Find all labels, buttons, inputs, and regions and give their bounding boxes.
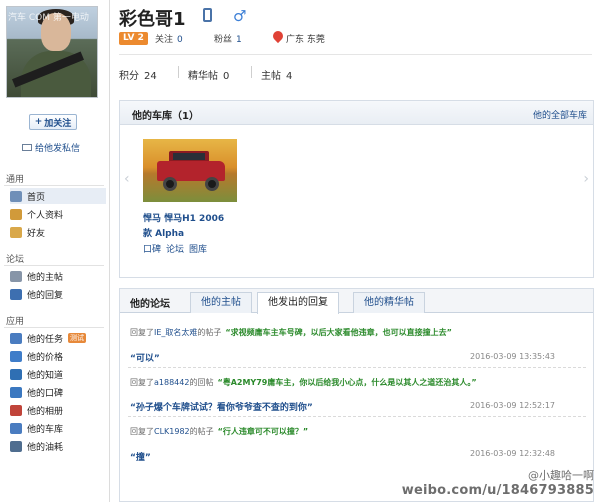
review-link[interactable]: 口碑 xyxy=(143,242,161,255)
car-model-link[interactable]: 悍马 悍马H1 2006 xyxy=(143,211,224,224)
divider xyxy=(128,416,586,417)
sidebar-item-home[interactable]: 首页 xyxy=(10,188,106,204)
section-title-apps: 应用 xyxy=(6,317,25,327)
album-icon xyxy=(10,404,22,416)
elite-count: 精华帖 0 xyxy=(188,71,230,82)
user-link[interactable]: CLK1982 xyxy=(154,427,190,436)
tab-his-elite[interactable]: 他的精华帖 xyxy=(353,292,425,313)
car-photo[interactable] xyxy=(143,139,237,202)
sidebar-item-know[interactable]: 他的知道 xyxy=(10,366,106,382)
section-title-forum: 论坛 xyxy=(6,255,25,265)
user-link[interactable]: IE_取名太难 xyxy=(154,328,197,337)
thread-link[interactable]: “粤A2MY79庸车主，你以后给我小心点，什么是以其人之道还治其人。” xyxy=(217,378,476,387)
fans-stat[interactable]: 粉丝 1 xyxy=(214,32,242,45)
sidebar-item-profile[interactable]: 个人资料 xyxy=(10,206,106,222)
mobile-icon xyxy=(203,8,212,22)
post-icon xyxy=(10,270,22,282)
divider xyxy=(251,66,252,78)
sidebar-item-his-replies[interactable]: 他的回复 xyxy=(10,286,106,302)
divider xyxy=(4,327,104,328)
reply-time: 2016-03-09 13:35:43 xyxy=(470,352,555,361)
reply-text[interactable]: “孙子爆个车牌试试？看你爷爷查不查的到你” xyxy=(130,400,313,413)
divider xyxy=(178,66,179,78)
points-count: 积分 24 xyxy=(119,71,157,82)
forum-tabbar: 他的论坛 他的主帖 他发出的回复 他的精华帖 xyxy=(120,289,593,314)
thread-link[interactable]: “行人违章可不可以撞？” xyxy=(218,427,309,436)
divider xyxy=(119,54,592,55)
reply-time: 2016-03-09 12:32:48 xyxy=(470,449,555,458)
sidebar-item-reviews[interactable]: 他的口碑 xyxy=(10,384,106,400)
male-icon: ♂ xyxy=(233,7,247,25)
all-garage-link[interactable]: 他的全部车库 xyxy=(533,108,587,121)
envelope-icon xyxy=(22,144,32,151)
tab-his-replies[interactable]: 他发出的回复 xyxy=(257,292,339,314)
sidebar: 汽车 COM 第一电动 + 加关注 给他发私信 通用 首页 个人资料 好友 论坛… xyxy=(0,0,110,502)
friends-icon xyxy=(10,226,22,238)
sidebar-item-tasks[interactable]: 他的任务 测试 xyxy=(10,330,106,346)
forum-title: 他的论坛 xyxy=(130,299,170,310)
main-post-count: 主帖 4 xyxy=(261,71,293,82)
section-title-general: 通用 xyxy=(6,175,25,185)
home-icon xyxy=(10,190,22,202)
garage-title: 他的车库（1） xyxy=(132,111,199,122)
divider xyxy=(4,265,104,266)
reply-context: 回复了CLK1982的帖子 “行人违章可不可以撞？” xyxy=(130,427,309,436)
reply-context: 回复了a188442的回帖 “粤A2MY79庸车主，你以后给我小心点，什么是以其人… xyxy=(130,378,477,387)
follow-button[interactable]: + 加关注 xyxy=(29,114,77,130)
level-badge: LV 2 xyxy=(119,32,148,45)
sidebar-item-friends[interactable]: 好友 xyxy=(10,224,106,240)
reply-text[interactable]: “撞” xyxy=(130,450,151,463)
user-icon xyxy=(10,208,22,220)
fuel-icon xyxy=(10,440,22,452)
car-trim-link[interactable]: 款 Alpha xyxy=(143,226,184,239)
username: 彩色哥1 xyxy=(119,9,186,30)
reply-text[interactable]: “可以” xyxy=(130,351,160,364)
forum-link[interactable]: 论坛 xyxy=(166,242,184,255)
user-link[interactable]: a188442 xyxy=(154,378,189,387)
sidebar-item-fuel[interactable]: 他的油耗 xyxy=(10,438,106,454)
reply-icon xyxy=(10,288,22,300)
sidebar-item-album[interactable]: 他的相册 xyxy=(10,402,106,418)
follow-stat[interactable]: 关注 0 xyxy=(155,32,183,45)
divider xyxy=(4,185,104,186)
garage-panel: 他的车库（1） 他的全部车库 ‹ › 悍马 悍马H1 2006 款 Alpha … xyxy=(119,100,594,278)
chevron-right-icon[interactable]: › xyxy=(583,171,589,187)
top-watermark: 汽车 COM 第一电动 xyxy=(8,13,89,23)
thread-link[interactable]: “求视频庸车主车号碑，以后大家看他违章，也可以直接撞上去” xyxy=(225,328,452,337)
reply-context: 回复了IE_取名太难的帖子 “求视频庸车主车号碑，以后大家看他违章，也可以直接撞上… xyxy=(130,328,452,337)
test-badge: 测试 xyxy=(68,333,87,343)
know-icon xyxy=(10,368,22,380)
gallery-link[interactable]: 图库 xyxy=(189,242,207,255)
location: 广东 东莞 xyxy=(286,35,325,45)
car-links: 口碑 论坛 图库 xyxy=(143,242,207,255)
chevron-left-icon[interactable]: ‹ xyxy=(124,171,130,187)
weibo-watermark: @小趣哈一啊 weibo.com/u/1846793885 xyxy=(401,469,594,498)
divider xyxy=(128,367,586,368)
send-message-link[interactable]: 给他发私信 xyxy=(22,141,80,154)
garage-icon xyxy=(10,422,22,434)
location-pin-icon xyxy=(270,28,286,44)
review-icon xyxy=(10,386,22,398)
tab-his-posts[interactable]: 他的主帖 xyxy=(190,292,252,313)
task-icon xyxy=(10,332,22,344)
sidebar-item-his-posts[interactable]: 他的主帖 xyxy=(10,268,106,284)
garage-header: 他的车库（1） 他的全部车库 xyxy=(120,101,593,125)
sidebar-item-garage[interactable]: 他的车库 xyxy=(10,420,106,436)
price-icon xyxy=(10,350,22,362)
reply-time: 2016-03-09 12:52:17 xyxy=(470,401,555,410)
sidebar-item-prices[interactable]: 他的价格 xyxy=(10,348,106,364)
plus-icon: + xyxy=(34,117,43,127)
